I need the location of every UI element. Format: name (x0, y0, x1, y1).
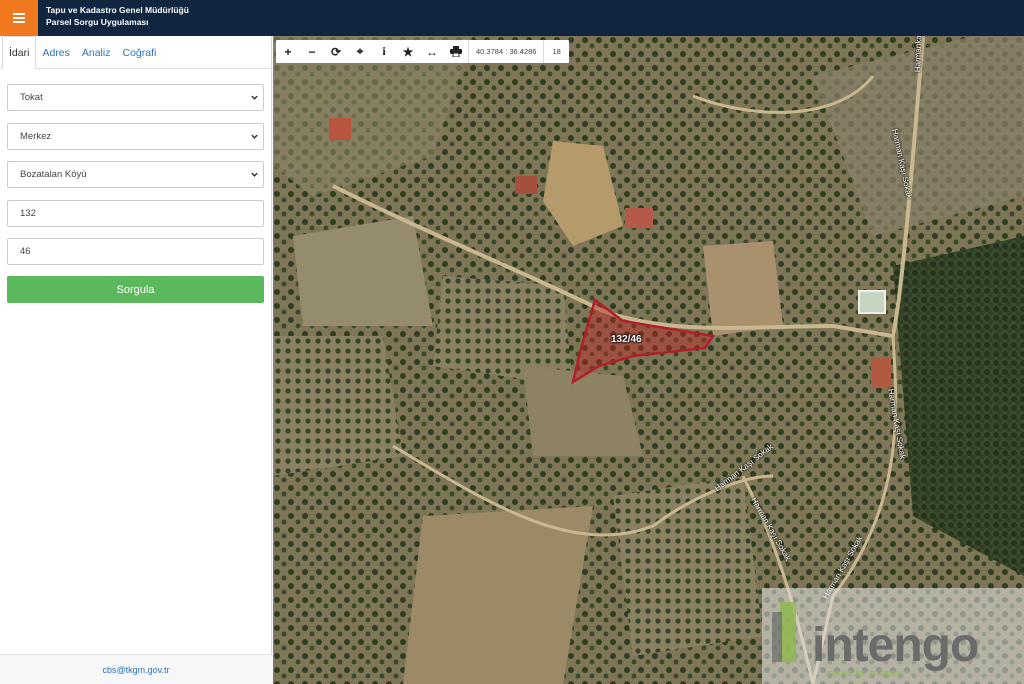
chevron-down-icon (251, 95, 258, 100)
neighborhood-value: Bozatalan Köyü (20, 169, 87, 180)
crosshair-icon: ⌖ (356, 44, 364, 58)
footer: cbs@tkgm.gov.tr (0, 654, 272, 684)
print-button[interactable] (444, 40, 468, 63)
zoom-out-button[interactable]: − (300, 40, 324, 63)
watermark-logo-icon (772, 602, 796, 662)
map-view[interactable]: + − ⟳ ⌖ i ★ ↔ 40.3784 : 36.4286 18 Harma… (273, 36, 1024, 684)
top-bar: Tapu ve Kadastro Genel Müdürlüğü Parsel … (0, 0, 1024, 36)
info-icon: i (382, 44, 386, 58)
watermark-subtext: innovative solutions (826, 668, 905, 678)
parcel-no-input[interactable]: 46 (7, 238, 264, 265)
measure-button[interactable]: ↔ (420, 40, 444, 63)
hamburger-menu-button[interactable] (0, 0, 38, 36)
tab-adres[interactable]: Adres (36, 36, 75, 69)
parcel-no-value: 46 (20, 246, 31, 257)
sidebar-tabs: İdari Adres Analiz Coğrafi (0, 36, 272, 69)
org-title: Tapu ve Kadastro Genel Müdürlüğü (46, 5, 189, 15)
district-value: Merkez (20, 131, 52, 142)
app-titles: Tapu ve Kadastro Genel Müdürlüğü Parsel … (46, 4, 189, 28)
watermark: intengo innovative solutions (762, 588, 1024, 684)
chevron-down-icon (251, 172, 258, 177)
app-title: Parsel Sorgu Uygulaması (46, 17, 149, 27)
refresh-button[interactable]: ⟳ (324, 40, 348, 63)
tab-cografi[interactable]: Coğrafi (116, 36, 162, 69)
hamburger-icon (13, 13, 25, 23)
block-no-value: 132 (20, 208, 36, 219)
watermark-text: intengo (812, 619, 979, 672)
province-value: Tokat (20, 92, 43, 103)
minus-icon: − (308, 44, 316, 59)
province-select[interactable]: Tokat (7, 84, 264, 111)
query-button[interactable]: Sorgula (7, 276, 264, 303)
sidebar: İdari Adres Analiz Coğrafi Tokat Merkez … (0, 36, 272, 684)
block-no-input[interactable]: 132 (7, 200, 264, 227)
neighborhood-select[interactable]: Bozatalan Köyü (7, 161, 264, 188)
measure-arrows-icon: ↔ (426, 44, 438, 59)
footer-email-link[interactable]: cbs@tkgm.gov.tr (103, 665, 170, 675)
printer-icon (450, 46, 462, 57)
zoom-level-readout: 18 (543, 40, 568, 63)
satellite-imagery (273, 36, 1024, 684)
parcel-label: 132/46 (611, 334, 642, 345)
locate-button[interactable]: ⌖ (348, 40, 372, 63)
refresh-icon: ⟳ (330, 44, 342, 59)
star-icon: ★ (402, 44, 414, 59)
plus-icon: + (284, 44, 292, 59)
zoom-in-button[interactable]: + (276, 40, 300, 63)
coordinate-readout: 40.3784 : 36.4286 (468, 40, 543, 63)
district-select[interactable]: Merkez (7, 123, 264, 150)
map-toolbar: + − ⟳ ⌖ i ★ ↔ 40.3784 : 36.4286 18 (276, 40, 569, 63)
chevron-down-icon (251, 134, 258, 139)
tab-analiz[interactable]: Analiz (76, 36, 117, 69)
favorite-button[interactable]: ★ (396, 40, 420, 63)
info-button[interactable]: i (372, 40, 396, 63)
tab-idari[interactable]: İdari (2, 36, 37, 69)
